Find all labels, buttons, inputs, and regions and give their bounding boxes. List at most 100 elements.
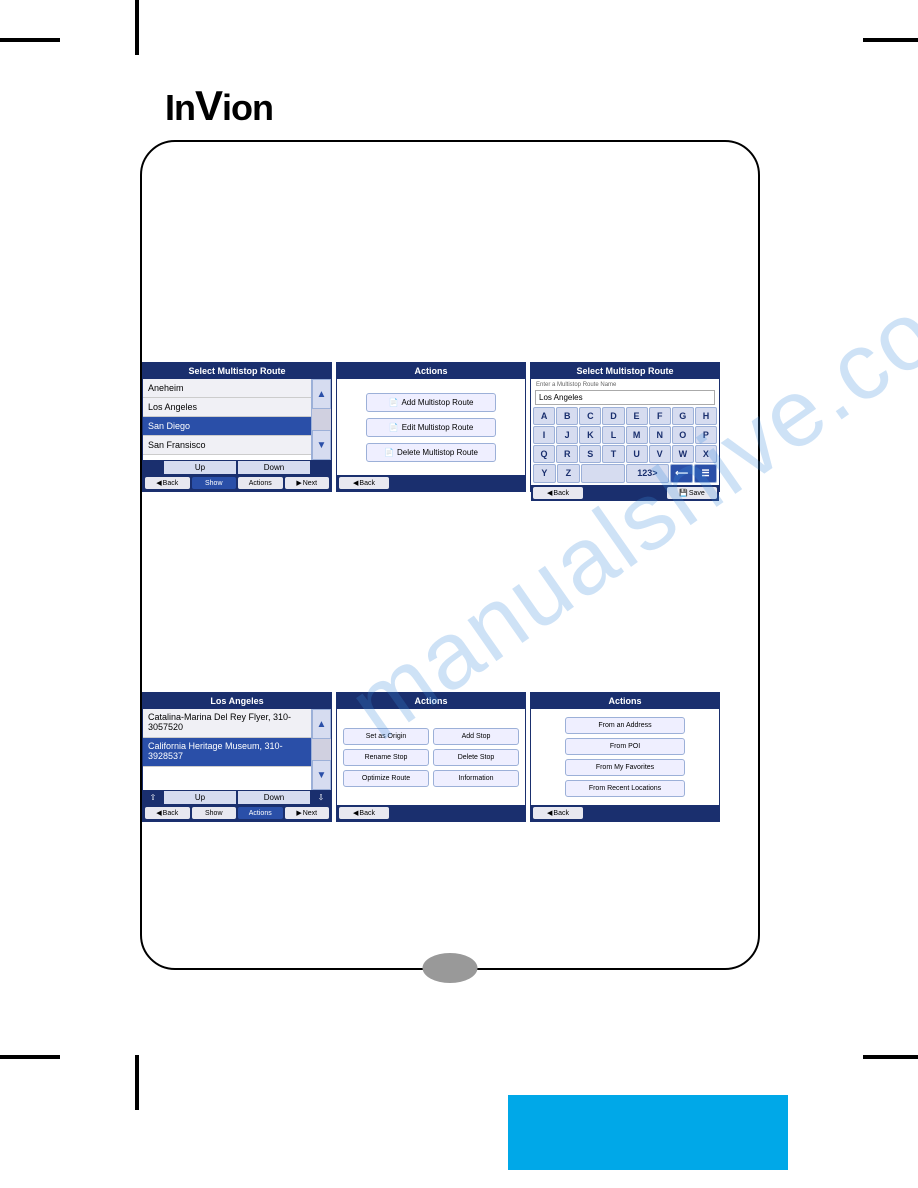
key[interactable]: S <box>579 445 601 463</box>
actions-button[interactable]: Actions <box>238 807 283 819</box>
key[interactable]: T <box>602 445 624 463</box>
key[interactable]: X <box>695 445 717 463</box>
key[interactable]: O <box>672 426 694 444</box>
key[interactable]: D <box>602 407 624 425</box>
delete-route-button[interactable]: 📄 Delete Multistop Route <box>366 443 496 462</box>
list-item-selected[interactable]: California Heritage Museum, 310-3928537 <box>143 738 311 767</box>
scrollbar: ▲ ▼ <box>311 379 331 460</box>
rename-stop-button[interactable]: Rename Stop <box>343 749 429 766</box>
screen-stops-list: Los Angeles Catalina-Marina Del Rey Flye… <box>142 692 332 822</box>
crop-mark <box>135 0 139 55</box>
reorder-down-button[interactable]: Down <box>237 460 311 475</box>
key[interactable]: J <box>556 426 578 444</box>
screen-actions-stop: Actions Set as Origin Add Stop Rename St… <box>336 692 526 822</box>
screen-select-route: Select Multistop Route Aneheim Los Angel… <box>142 362 332 492</box>
reorder-down-icon[interactable]: ⇩ <box>311 790 331 805</box>
key-123[interactable]: 123> <box>626 464 670 483</box>
key-backspace-icon[interactable]: ⟵ <box>670 464 693 483</box>
scroll-down-icon[interactable]: ▼ <box>312 430 331 460</box>
key-menu-icon[interactable]: ☰ <box>694 464 717 483</box>
add-stop-button[interactable]: Add Stop <box>433 728 519 745</box>
content-frame: Select Multistop Route Aneheim Los Angel… <box>140 140 760 970</box>
save-button[interactable]: 💾 Save <box>667 487 717 499</box>
key[interactable]: F <box>649 407 671 425</box>
back-button[interactable]: ◀ Back <box>533 487 583 499</box>
key[interactable]: E <box>626 407 648 425</box>
scroll-up-icon[interactable]: ▲ <box>312 709 331 739</box>
back-button[interactable]: ◀ Back <box>533 807 583 819</box>
crop-mark <box>0 38 60 42</box>
scrollbar: ▲ ▼ <box>311 709 331 790</box>
from-recent-button[interactable]: From Recent Locations <box>565 780 685 797</box>
crop-mark <box>863 1055 918 1059</box>
key[interactable]: U <box>626 445 648 463</box>
list-item[interactable]: Los Angeles <box>143 398 311 417</box>
next-button[interactable]: ▶ Next <box>285 807 330 819</box>
delete-stop-button[interactable]: Delete Stop <box>433 749 519 766</box>
screen-title: Los Angeles <box>143 693 331 709</box>
back-button[interactable]: ◀ Back <box>339 477 389 489</box>
from-favorites-button[interactable]: From My Favorites <box>565 759 685 776</box>
set-origin-button[interactable]: Set as Origin <box>343 728 429 745</box>
list-item[interactable]: Catalina-Marina Del Rey Flyer, 310-30575… <box>143 709 311 738</box>
list-item[interactable]: Aneheim <box>143 379 311 398</box>
key[interactable]: A <box>533 407 555 425</box>
back-button[interactable]: ◀ Back <box>145 477 190 489</box>
crop-mark <box>135 1055 139 1110</box>
from-poi-button[interactable]: From POI <box>565 738 685 755</box>
optimize-route-button[interactable]: Optimize Route <box>343 770 429 787</box>
next-button[interactable]: ▶ Next <box>285 477 330 489</box>
information-button[interactable]: Information <box>433 770 519 787</box>
reorder-down-icon[interactable] <box>311 460 331 475</box>
key[interactable]: G <box>672 407 694 425</box>
key[interactable]: L <box>602 426 624 444</box>
key[interactable]: Q <box>533 445 555 463</box>
reorder-up-icon[interactable] <box>143 460 163 475</box>
screen-title: Actions <box>531 693 719 709</box>
actions-button[interactable]: Actions <box>238 477 283 489</box>
key[interactable]: V <box>649 445 671 463</box>
list-item[interactable]: San Fransisco <box>143 436 311 455</box>
screen-title: Select Multistop Route <box>143 363 331 379</box>
screen-keyboard: Select Multistop Route Enter a Multistop… <box>530 362 720 492</box>
key[interactable]: B <box>556 407 578 425</box>
page-oval-icon <box>423 953 478 983</box>
screen-title: Select Multistop Route <box>531 363 719 379</box>
key-space[interactable] <box>581 464 625 483</box>
key[interactable]: N <box>649 426 671 444</box>
reorder-up-icon[interactable]: ⇧ <box>143 790 163 805</box>
key[interactable]: Y <box>533 464 556 483</box>
key[interactable]: P <box>695 426 717 444</box>
route-name-input[interactable]: Los Angeles <box>535 390 715 405</box>
key[interactable]: Z <box>557 464 580 483</box>
back-button[interactable]: ◀ Back <box>145 807 190 819</box>
crop-mark <box>863 38 918 42</box>
key[interactable]: W <box>672 445 694 463</box>
scroll-down-icon[interactable]: ▼ <box>312 760 331 790</box>
show-button[interactable]: Show <box>192 477 237 489</box>
screen-actions-source: Actions From an Address From POI From My… <box>530 692 720 822</box>
edit-route-button[interactable]: 📄 Edit Multistop Route <box>366 418 496 437</box>
screen-title: Actions <box>337 693 525 709</box>
key[interactable]: K <box>579 426 601 444</box>
reorder-up-button[interactable]: Up <box>163 790 237 805</box>
input-hint: Enter a Multistop Route Name <box>533 381 717 389</box>
list-item-selected[interactable]: San Diego <box>143 417 311 436</box>
screen-title: Actions <box>337 363 525 379</box>
key[interactable]: H <box>695 407 717 425</box>
key[interactable]: R <box>556 445 578 463</box>
brand-logo: InVion <box>165 82 273 130</box>
key[interactable]: M <box>626 426 648 444</box>
back-button[interactable]: ◀ Back <box>339 807 389 819</box>
screen-actions-route: Actions 📄 Add Multistop Route 📄 Edit Mul… <box>336 362 526 492</box>
key[interactable]: C <box>579 407 601 425</box>
key[interactable]: I <box>533 426 555 444</box>
scroll-up-icon[interactable]: ▲ <box>312 379 331 409</box>
footer-block <box>508 1095 788 1170</box>
reorder-up-button[interactable]: Up <box>163 460 237 475</box>
reorder-down-button[interactable]: Down <box>237 790 311 805</box>
crop-mark <box>0 1055 60 1059</box>
show-button[interactable]: Show <box>192 807 237 819</box>
from-address-button[interactable]: From an Address <box>565 717 685 734</box>
add-route-button[interactable]: 📄 Add Multistop Route <box>366 393 496 412</box>
